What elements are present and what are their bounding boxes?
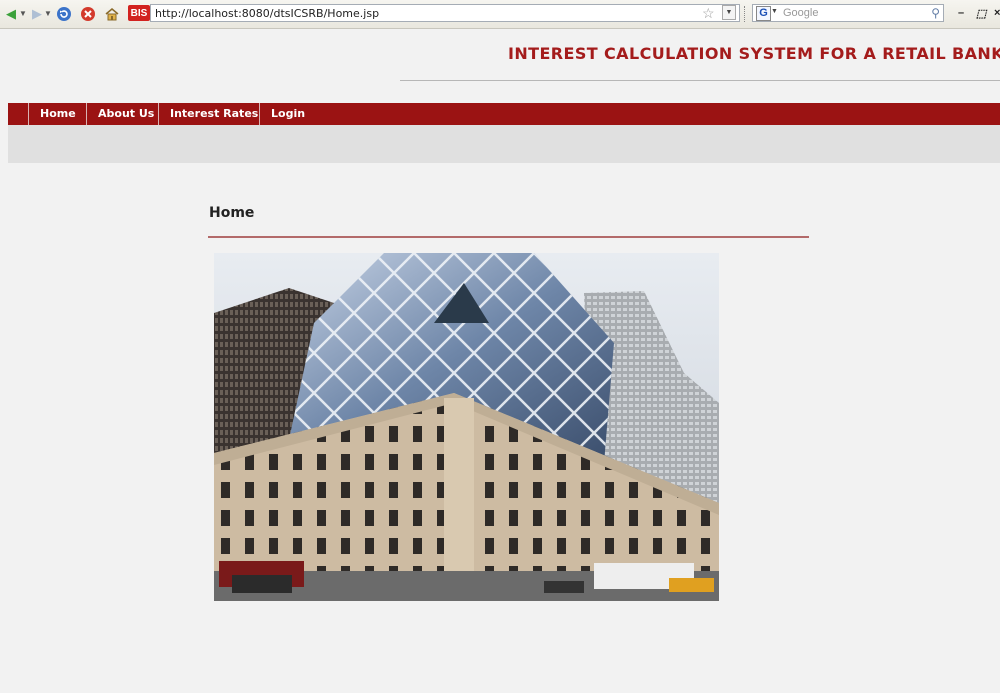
- nav-about-us[interactable]: About Us: [86, 103, 158, 125]
- minimize-icon[interactable]: –: [958, 7, 964, 19]
- forward-dropdown-icon[interactable]: ▼: [44, 6, 52, 22]
- google-engine-icon[interactable]: G: [756, 6, 771, 21]
- back-arrow-icon[interactable]: ◀: [4, 6, 18, 22]
- bank-building-image: [214, 253, 719, 601]
- site-title: INTEREST CALCULATION SYSTEM FOR A RETAIL…: [508, 44, 1000, 63]
- sub-navbar: [8, 125, 1000, 163]
- toolbar-separator: [744, 6, 747, 22]
- url-bar[interactable]: http://localhost:8080/dtsICSRB/Home.jsp: [150, 4, 740, 22]
- site-favicon: BIS: [128, 5, 150, 21]
- close-icon[interactable]: ×: [994, 7, 1000, 19]
- main-nav: Home About Us Interest Rates Login: [8, 103, 1000, 125]
- search-magnifier-icon[interactable]: ⚲: [931, 6, 940, 20]
- url-dropdown-icon[interactable]: ▼: [722, 5, 736, 20]
- back-dropdown-icon[interactable]: ▼: [19, 6, 27, 22]
- nav-interest-rates[interactable]: Interest Rates: [158, 103, 259, 125]
- url-text: http://localhost:8080/dtsICSRB/Home.jsp: [155, 7, 380, 20]
- stop-icon[interactable]: [80, 6, 96, 22]
- restore-icon[interactable]: ⬚: [976, 7, 986, 20]
- reload-icon[interactable]: [56, 6, 72, 22]
- engine-dropdown-icon[interactable]: ▼: [771, 8, 778, 15]
- home-icon[interactable]: [104, 6, 120, 22]
- nav-home[interactable]: Home: [28, 103, 86, 125]
- heading-divider: [208, 236, 809, 238]
- nav-login[interactable]: Login: [259, 103, 329, 125]
- browser-toolbar: ◀ ▼ ▶ ▼ BIS http://localhost:8080/dtsICS…: [0, 0, 1000, 29]
- page-title: Home: [209, 205, 255, 221]
- search-input[interactable]: G ▼ Google ⚲: [752, 4, 944, 22]
- forward-arrow-icon[interactable]: ▶: [30, 6, 44, 22]
- bookmark-star-icon[interactable]: ☆: [702, 5, 715, 21]
- title-divider: [400, 80, 1000, 81]
- search-placeholder: Google: [783, 7, 819, 19]
